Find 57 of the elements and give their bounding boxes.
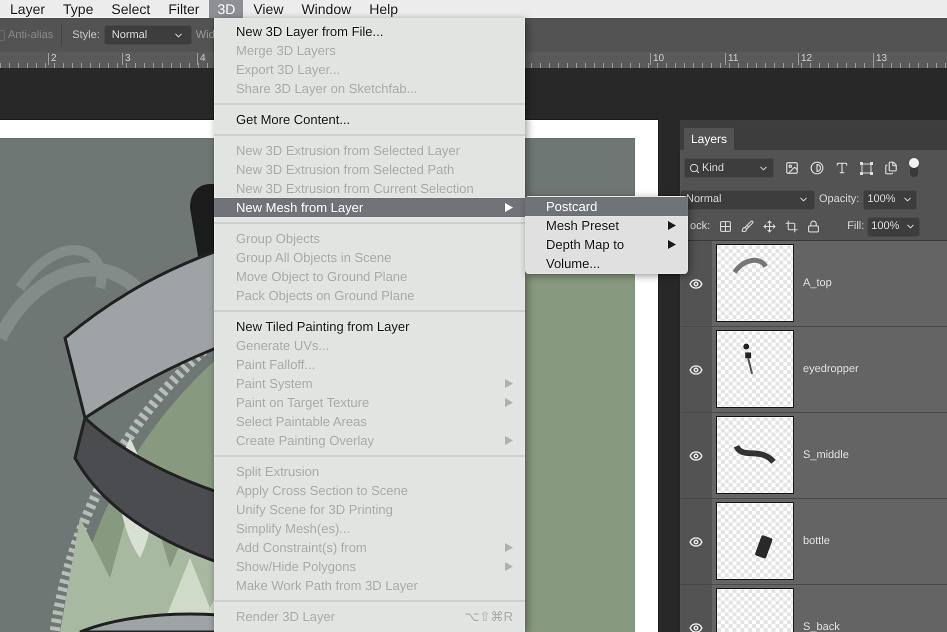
image-filter-icon[interactable] xyxy=(785,161,799,175)
menu-item[interactable]: New Mesh from Layer xyxy=(214,198,525,217)
menu-bar-item[interactable]: 3D xyxy=(209,0,244,18)
fill-field[interactable]: 100% xyxy=(867,216,920,236)
menu-item[interactable]: New Tiled Painting from Layer xyxy=(214,317,525,336)
ruler-label: 4 xyxy=(197,53,206,65)
menu-item[interactable]: Get More Content... xyxy=(214,110,525,129)
shortcut-label: ⌥⇧⌘R xyxy=(464,608,513,626)
eye-icon[interactable] xyxy=(689,448,703,462)
search-icon xyxy=(689,162,700,174)
checker-lock-icon[interactable] xyxy=(719,220,732,233)
layer-name: S_middle xyxy=(803,448,849,464)
kind-select[interactable]: Kind xyxy=(684,158,774,178)
transform-square-icon[interactable] xyxy=(860,162,873,174)
menu-bar-item[interactable]: Filter xyxy=(160,0,208,18)
lock-label: ock: xyxy=(690,219,710,234)
eye-icon[interactable] xyxy=(689,534,703,548)
layer-name: A_top xyxy=(803,276,832,292)
ruler-label: 12 xyxy=(798,53,812,65)
layer-row[interactable]: bottle xyxy=(680,499,947,585)
eye-icon[interactable] xyxy=(689,362,703,376)
eye-icon[interactable] xyxy=(689,620,703,632)
menu-item[interactable]: Postcard xyxy=(525,197,688,216)
layer-name: eyedropper xyxy=(803,362,859,378)
layer-row[interactable]: A_top xyxy=(680,241,947,327)
toggle-icon[interactable] xyxy=(909,158,919,178)
half-circle-icon[interactable] xyxy=(810,161,824,175)
layer-name: bottle xyxy=(803,534,830,550)
menu-item[interactable]: Mesh Preset xyxy=(525,216,688,235)
opacity-field[interactable]: 100% xyxy=(863,190,916,210)
ruler-label: 2 xyxy=(48,53,57,65)
style-label: Style: xyxy=(72,28,100,43)
style-select[interactable]: Normal xyxy=(104,25,192,45)
menu-item[interactable]: New 3D Layer from File... xyxy=(214,22,525,41)
layers-tab[interactable]: Layers xyxy=(684,128,734,150)
opacity-label: Opacity: xyxy=(819,192,860,208)
layer-row[interactable]: S_middle xyxy=(680,413,947,499)
brush-icon[interactable] xyxy=(741,220,754,233)
menu-bar-item[interactable]: Layer xyxy=(2,0,54,18)
lock-icon[interactable] xyxy=(807,220,820,233)
move-icon[interactable] xyxy=(763,220,776,233)
width-label: Wid xyxy=(196,28,215,43)
ruler-label: 13 xyxy=(873,53,888,65)
type-icon[interactable] xyxy=(835,161,849,175)
smart-object-icon[interactable] xyxy=(884,161,898,175)
menu-bar-item[interactable]: Window xyxy=(293,0,360,18)
crop-icon[interactable] xyxy=(785,220,798,233)
fill-label: Fill: xyxy=(847,219,864,234)
ruler-label: 11 xyxy=(725,53,738,65)
menu-bar-item[interactable]: Help xyxy=(361,0,406,18)
ruler-label: 10 xyxy=(650,53,664,65)
menu-bar-item[interactable]: Select xyxy=(103,0,158,18)
menu-bar-item[interactable]: Type xyxy=(55,0,102,18)
layer-row[interactable]: eyedropper xyxy=(680,327,947,413)
ruler-label: 3 xyxy=(122,53,131,65)
eye-icon[interactable] xyxy=(689,276,703,290)
menu-bar-item[interactable]: View xyxy=(245,0,292,18)
